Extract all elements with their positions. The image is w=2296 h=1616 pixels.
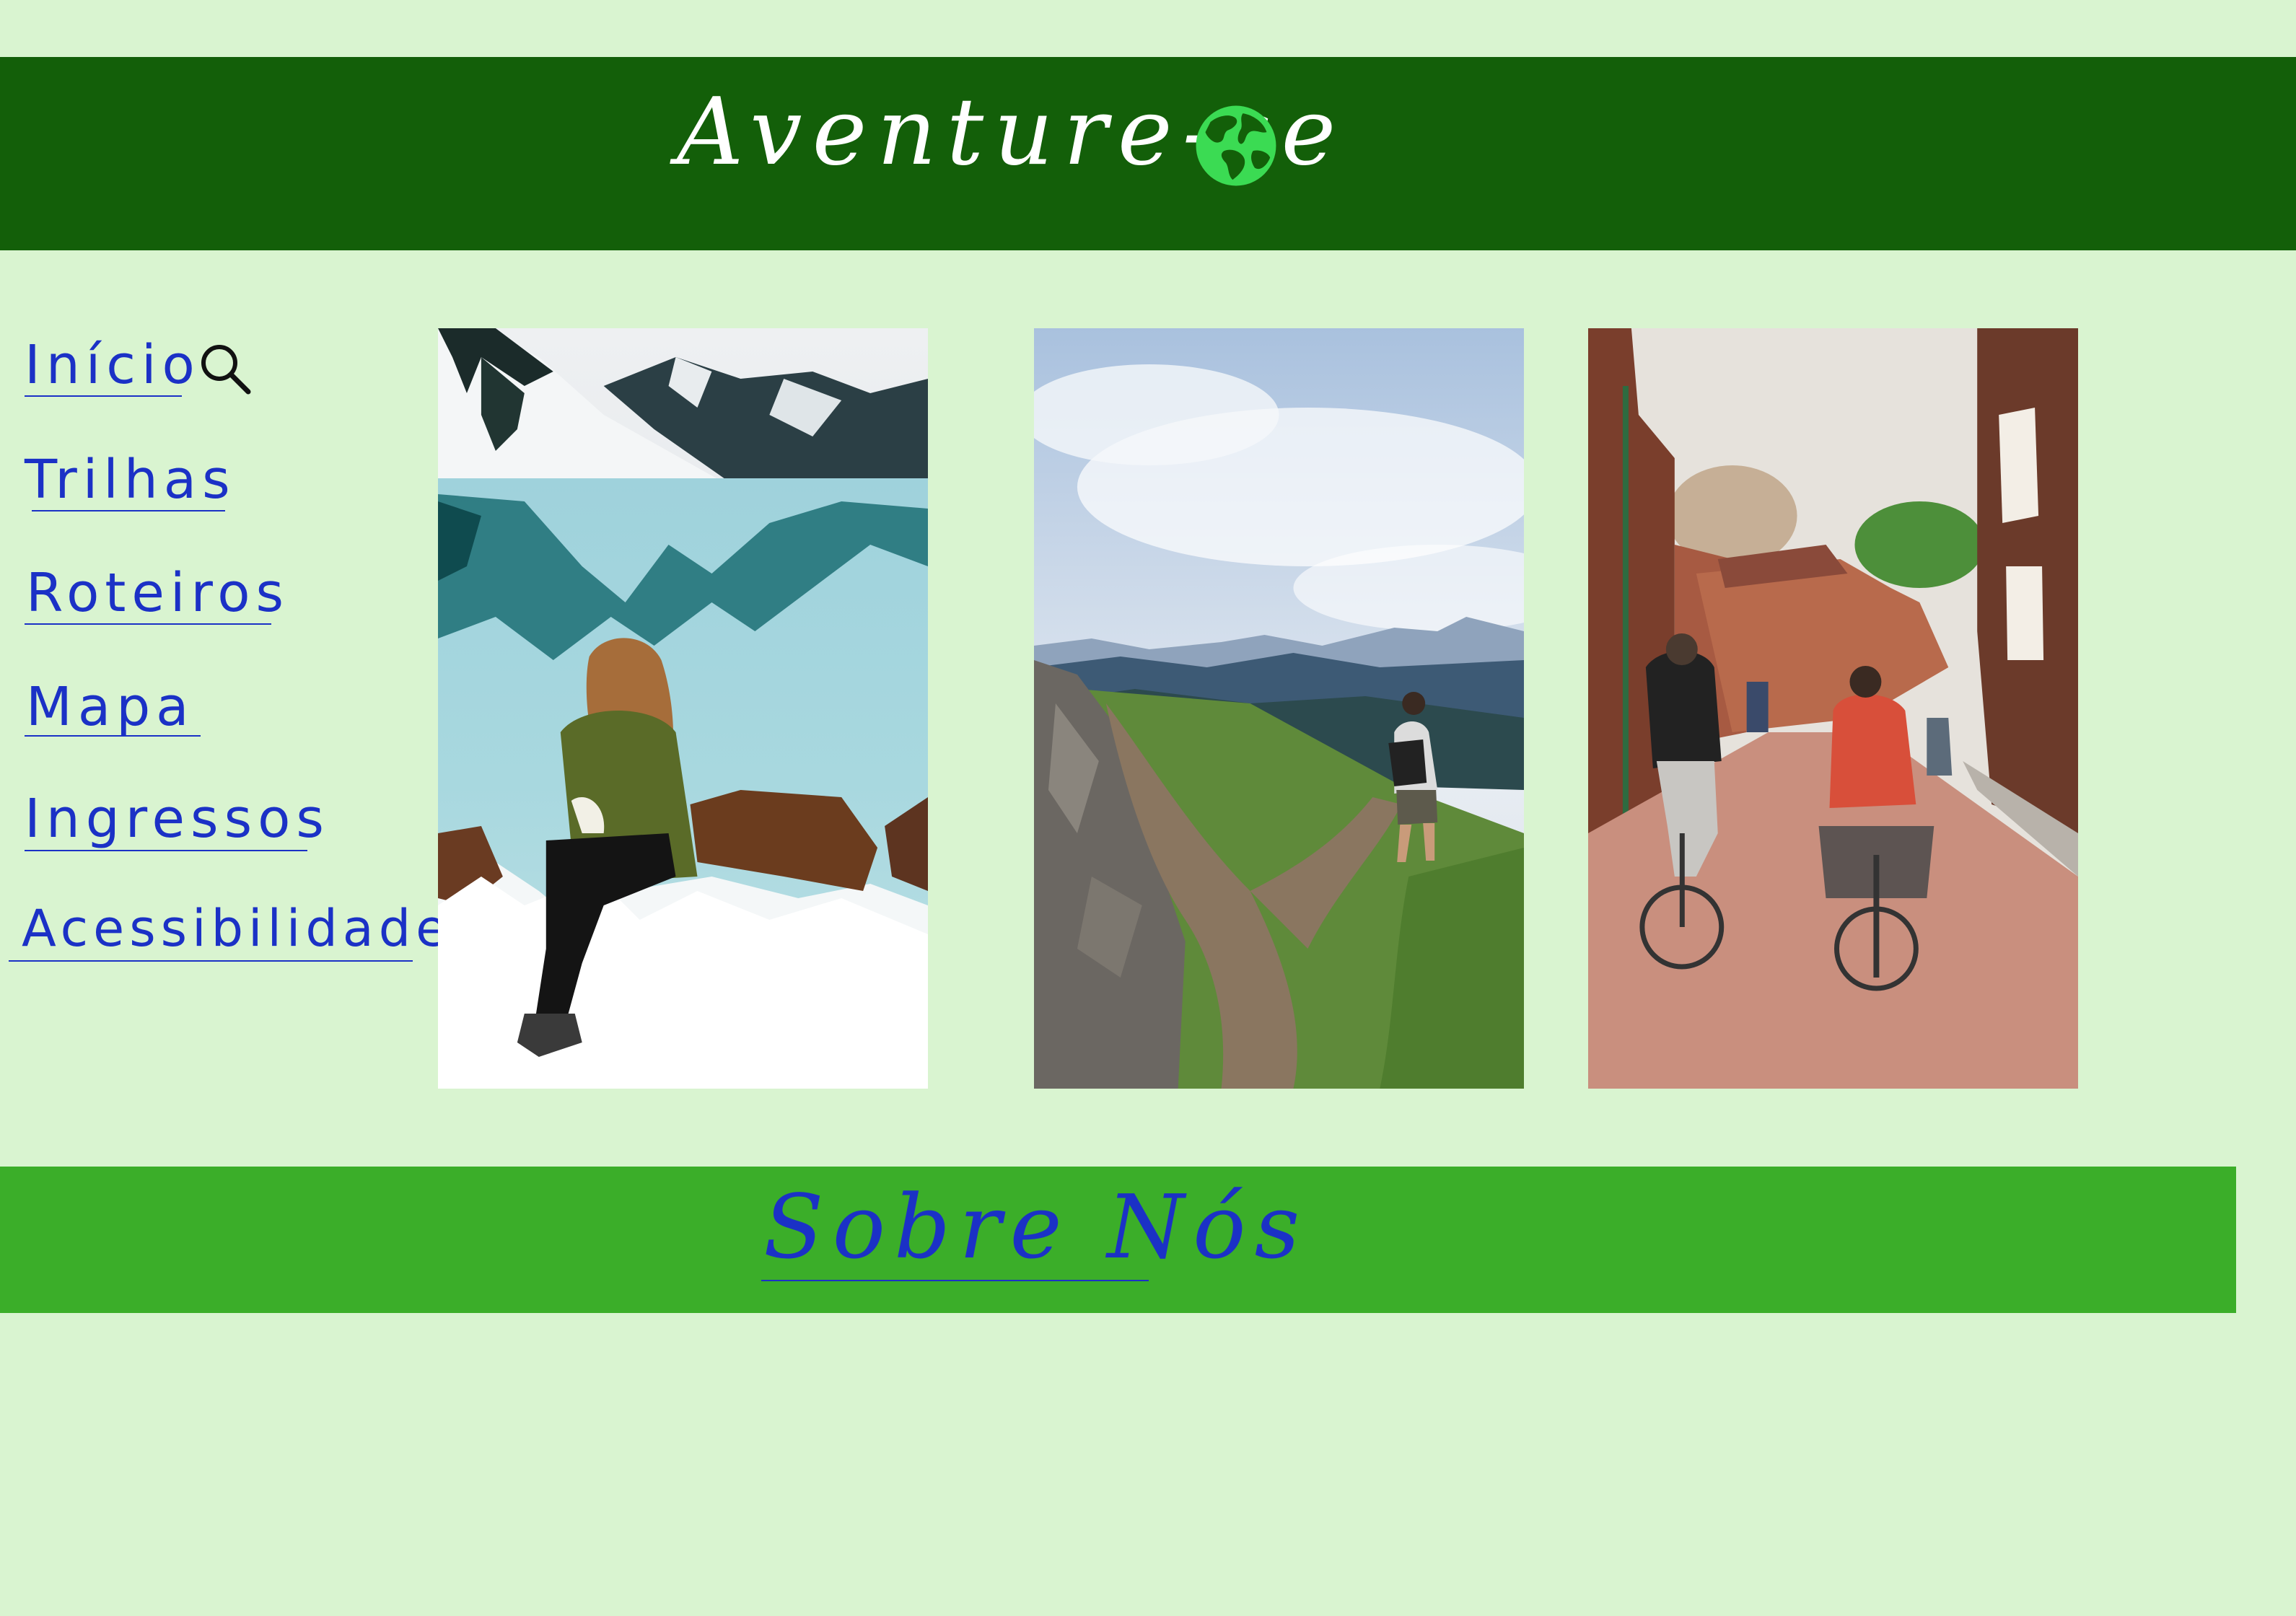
globe-icon	[1196, 105, 1276, 186]
search-icon[interactable]	[196, 340, 254, 398]
nav-link-roteiros[interactable]: Roteiros	[26, 566, 289, 620]
about-us-link[interactable]: Sobre Nós	[763, 1183, 1308, 1271]
about-us-underline	[761, 1280, 1149, 1281]
nav-underline	[32, 510, 225, 511]
photo-cyclists-on-town-street	[1588, 328, 2078, 1089]
nav-underline	[25, 395, 182, 397]
nav-link-mapa[interactable]: Mapa	[26, 680, 195, 734]
nav-link-acessibilidade[interactable]: Acessibilidade	[22, 903, 452, 954]
nav-link-ingressos[interactable]: Ingressos	[25, 792, 330, 846]
nav-underline	[25, 623, 271, 625]
photo-hiker-on-mountain-trail	[1034, 328, 1524, 1089]
photo-woman-by-frozen-lake	[438, 328, 928, 1089]
nav-underline	[25, 735, 201, 737]
nav-underline	[25, 850, 307, 851]
nav-link-inicio[interactable]: Início	[25, 338, 201, 392]
nav-link-trilhas[interactable]: Trilhas	[25, 453, 236, 506]
nav-underline	[9, 960, 413, 962]
